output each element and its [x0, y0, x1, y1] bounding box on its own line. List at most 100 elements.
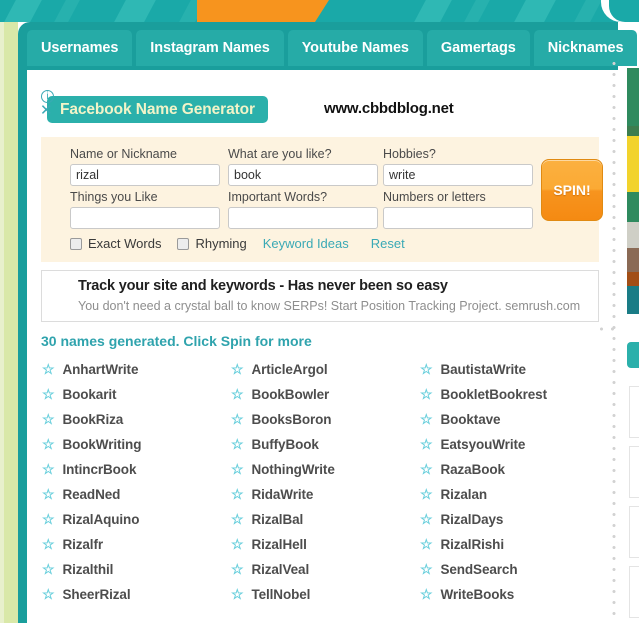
input-hobbies[interactable]: [383, 164, 533, 186]
field-numbers-or-letters: Numbers or letters: [383, 190, 533, 229]
tab-nicknames[interactable]: Nicknames: [533, 30, 638, 66]
input-things-you-like[interactable]: [70, 207, 220, 229]
star-outline-icon[interactable]: ☆: [231, 586, 244, 603]
list-item[interactable]: ☆ SendSearch: [419, 557, 599, 582]
star-outline-icon[interactable]: ☆: [42, 561, 55, 578]
list-item[interactable]: ☆ ArticleArgol: [230, 357, 419, 382]
star-outline-icon[interactable]: ☆: [42, 386, 55, 403]
name-label: BookBowler: [251, 387, 330, 402]
list-item[interactable]: ☆ AnhartWrite: [41, 357, 230, 382]
list-item[interactable]: ☆ BookletBookrest: [419, 382, 599, 407]
label-important-words: Important Words?: [228, 190, 328, 204]
checkbox-exact-words[interactable]: [70, 237, 82, 250]
star-outline-icon[interactable]: ☆: [231, 486, 244, 503]
field-name-or-nickname: Name or Nickname: [70, 147, 220, 186]
list-item[interactable]: ☆ Rizalan: [419, 482, 599, 507]
name-label: BookRiza: [62, 412, 124, 427]
banner-stripe: [4, 0, 42, 22]
star-outline-icon[interactable]: ☆: [420, 436, 433, 453]
star-outline-icon[interactable]: ☆: [420, 461, 433, 478]
star-outline-icon[interactable]: ☆: [420, 561, 433, 578]
input-important-words[interactable]: [228, 207, 378, 229]
star-outline-icon[interactable]: ☆: [42, 361, 55, 378]
checkbox-rhyming[interactable]: [177, 237, 190, 250]
star-outline-icon[interactable]: ☆: [231, 436, 244, 453]
link-keyword-ideas[interactable]: Keyword Ideas: [263, 236, 349, 251]
list-item[interactable]: ☆ BuffyBook: [230, 432, 419, 457]
sidebar-widget-header[interactable]: [627, 342, 639, 368]
ad-description: You don't need a crystal ball to know SE…: [78, 299, 581, 313]
list-item[interactable]: ☆ BookBowler: [230, 382, 419, 407]
list-item[interactable]: ☆ RizalRishi: [419, 532, 599, 557]
list-item[interactable]: ☆ ReadNed: [41, 482, 230, 507]
input-numbers-or-letters[interactable]: [383, 207, 533, 229]
banner-stripe: [574, 0, 602, 22]
list-item[interactable]: ☆ RizalHell: [230, 532, 419, 557]
list-item[interactable]: ☆ RizalAquino: [41, 507, 230, 532]
list-item[interactable]: ☆ Bookarit: [41, 382, 230, 407]
name-label: WriteBooks: [440, 587, 515, 602]
sidebar-widget-item[interactable]: [629, 566, 639, 618]
tab-usernames[interactable]: Usernames: [27, 30, 133, 66]
name-label: RidaWrite: [251, 487, 314, 502]
field-important-words: Important Words?: [228, 190, 378, 229]
star-outline-icon[interactable]: ☆: [420, 511, 433, 528]
star-outline-icon[interactable]: ☆: [420, 586, 433, 603]
input-what-are-you-like[interactable]: [228, 164, 378, 186]
list-item[interactable]: ☆ BookRiza: [41, 407, 230, 432]
name-label: Rizalan: [440, 487, 488, 502]
tab-instagram-names[interactable]: Instagram Names: [136, 30, 284, 66]
star-outline-icon[interactable]: ☆: [42, 486, 55, 503]
star-outline-icon[interactable]: ☆: [420, 411, 433, 428]
star-outline-icon[interactable]: ☆: [42, 586, 55, 603]
star-outline-icon[interactable]: ☆: [42, 411, 55, 428]
tab-youtube-names[interactable]: Youtube Names: [287, 30, 423, 66]
list-item[interactable]: ☆ WriteBooks: [419, 582, 599, 607]
list-item[interactable]: ☆ Rizalfr: [41, 532, 230, 557]
banner-stripe: [54, 0, 80, 22]
list-item[interactable]: ☆ RizalDays: [419, 507, 599, 532]
star-outline-icon[interactable]: ☆: [42, 536, 55, 553]
list-item[interactable]: ☆ RidaWrite: [230, 482, 419, 507]
star-outline-icon[interactable]: ☆: [231, 511, 244, 528]
star-outline-icon[interactable]: ☆: [42, 436, 55, 453]
list-item[interactable]: ☆ NothingWrite: [230, 457, 419, 482]
star-outline-icon[interactable]: ☆: [420, 486, 433, 503]
tab-gamertags[interactable]: Gamertags: [426, 30, 530, 66]
list-item[interactable]: ☆ RizalVeal: [230, 557, 419, 582]
banner-stripe: [464, 0, 490, 22]
list-item[interactable]: ☆ BautistaWrite: [419, 357, 599, 382]
list-item[interactable]: ☆ TellNobel: [230, 582, 419, 607]
star-outline-icon[interactable]: ☆: [42, 511, 55, 528]
list-item[interactable]: ☆ SheerRizal: [41, 582, 230, 607]
star-outline-icon[interactable]: ☆: [231, 561, 244, 578]
list-item[interactable]: ☆ EatsyouWrite: [419, 432, 599, 457]
input-name-or-nickname[interactable]: [70, 164, 220, 186]
list-item[interactable]: ☆ BookWriting: [41, 432, 230, 457]
page-root: Usernames Instagram Names Youtube Names …: [0, 0, 639, 623]
list-item[interactable]: ☆ RazaBook: [419, 457, 599, 482]
link-reset[interactable]: Reset: [371, 236, 405, 251]
star-outline-icon[interactable]: ☆: [420, 361, 433, 378]
star-outline-icon[interactable]: ☆: [231, 361, 244, 378]
list-item[interactable]: ☆ Rizalthil: [41, 557, 230, 582]
star-outline-icon[interactable]: ☆: [42, 461, 55, 478]
star-outline-icon[interactable]: ☆: [231, 536, 244, 553]
star-outline-icon[interactable]: ☆: [420, 536, 433, 553]
sidebar-widget-item[interactable]: [629, 506, 639, 558]
spin-button[interactable]: SPIN!: [541, 159, 603, 221]
list-item[interactable]: ☆ Booktave: [419, 407, 599, 432]
list-item[interactable]: ☆ IntincrBook: [41, 457, 230, 482]
star-outline-icon[interactable]: ☆: [231, 411, 244, 428]
sidebar-widget-item[interactable]: [629, 446, 639, 498]
ad-title: Track your site and keywords - Has never…: [78, 278, 448, 294]
star-outline-icon[interactable]: ☆: [231, 461, 244, 478]
list-item[interactable]: ☆ RizalBal: [230, 507, 419, 532]
list-item[interactable]: ☆ BooksBoron: [230, 407, 419, 432]
sidebar-widget-item[interactable]: [629, 386, 639, 438]
star-outline-icon[interactable]: ☆: [420, 386, 433, 403]
star-outline-icon[interactable]: ☆: [231, 386, 244, 403]
ad-banner[interactable]: Track your site and keywords - Has never…: [41, 270, 599, 322]
close-icon[interactable]: ✕: [40, 103, 53, 118]
name-label: NothingWrite: [251, 462, 335, 477]
